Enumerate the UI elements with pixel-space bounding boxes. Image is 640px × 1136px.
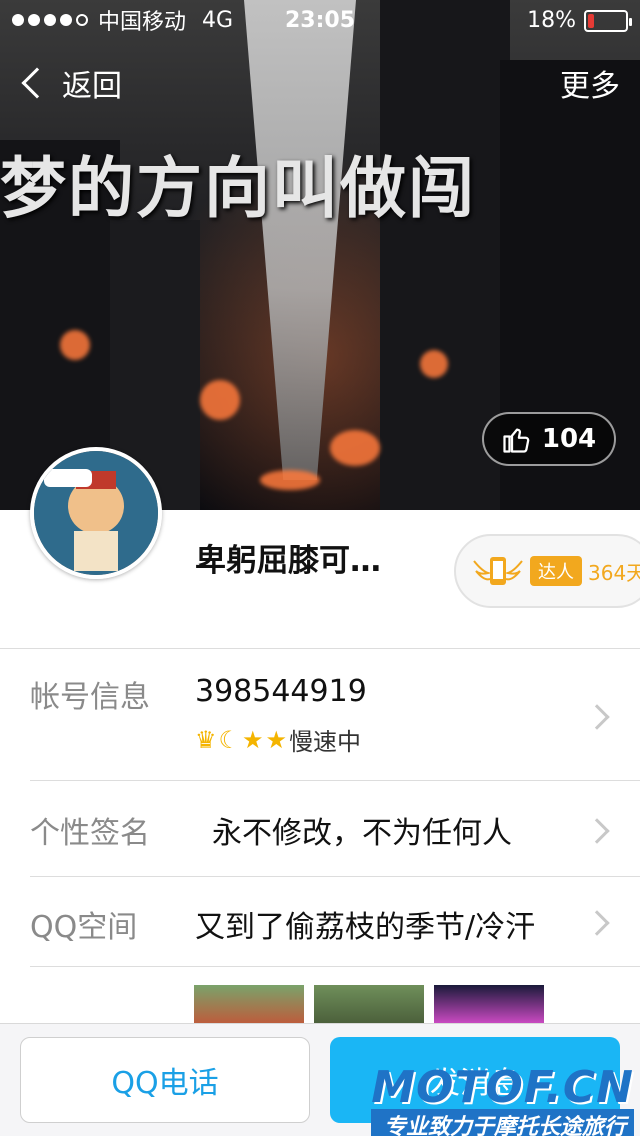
signature-label: 个性签名: [30, 816, 150, 851]
avatar[interactable]: [30, 447, 162, 579]
cover-light: [60, 330, 90, 360]
chevron-right-icon: [584, 704, 610, 730]
signal-strength-icon: [12, 14, 88, 26]
avatar-illustration: [34, 451, 158, 575]
talent-days: 364天: [588, 560, 640, 585]
winged-phone-icon: [473, 557, 523, 585]
like-button[interactable]: 104: [482, 412, 616, 466]
divider: [30, 966, 640, 967]
account-status: 慢速中: [289, 728, 362, 756]
battery-status: 18%: [527, 8, 632, 33]
star-icon: ★: [265, 725, 288, 754]
account-info-row[interactable]: 帐号信息 398544919: [0, 648, 640, 780]
battery-icon: [584, 9, 632, 32]
thumbs-up-icon: [503, 428, 530, 453]
star-icon: ★: [242, 725, 264, 754]
network-type: 4G: [202, 7, 234, 33]
qzone-photo-thumbnail[interactable]: [434, 985, 544, 1025]
qzone-post: 又到了偷荔枝的季节/冷汗: [195, 910, 536, 945]
nickname: 卑躬屈膝可…: [195, 543, 381, 579]
watermark: MOTOF.CN 专业致力于摩托长途旅行: [371, 1062, 634, 1136]
crown-icon: ♛: [195, 725, 217, 754]
watermark-slogan: 专业致力于摩托长途旅行: [371, 1109, 634, 1136]
carrier-label: 中国移动: [98, 10, 187, 35]
status-bar: 中国移动 4G 23:05 18%: [0, 0, 640, 40]
cover-light: [260, 470, 320, 490]
talent-tag: 达人: [530, 556, 582, 586]
signature-row[interactable]: 个性签名 永不修改，不为任何人: [0, 780, 640, 876]
qzone-row[interactable]: QQ空间 又到了偷荔枝的季节/冷汗: [0, 876, 640, 966]
qzone-label: QQ空间: [30, 910, 138, 945]
qzone-photo-thumbnail[interactable]: [314, 985, 424, 1025]
qq-level: ♛ ☾ ★ ★ 慢速中: [195, 722, 361, 757]
moon-icon: ☾: [218, 725, 241, 754]
chevron-left-icon: [21, 67, 53, 99]
qq-call-button[interactable]: QQ电话: [20, 1037, 310, 1123]
more-button[interactable]: 更多: [560, 61, 620, 105]
like-count: 104: [541, 424, 597, 454]
battery-percent: 18%: [527, 8, 576, 33]
qzone-photos: [194, 985, 544, 1025]
chevron-right-icon: [584, 818, 610, 844]
cover-light: [330, 430, 380, 466]
signature-value: 永不修改，不为任何人: [212, 816, 512, 851]
cover-title: 梦的方向叫做闯: [0, 149, 476, 227]
qzone-photo-thumbnail[interactable]: [194, 985, 304, 1025]
cover-light: [200, 380, 240, 420]
navigation-bar: 返回 更多: [0, 55, 640, 111]
cover-light: [420, 350, 448, 378]
watermark-brand: MOTOF.CN: [371, 1062, 634, 1113]
back-label: 返回: [62, 69, 122, 104]
back-button[interactable]: 返回: [18, 61, 122, 105]
talent-badge[interactable]: 达人 364天: [454, 534, 640, 608]
account-info-label: 帐号信息: [30, 680, 150, 715]
battery-fill: [588, 13, 594, 28]
account-number: 398544919: [195, 674, 367, 709]
chevron-right-icon: [584, 910, 610, 936]
status-time: 23:05: [284, 7, 356, 33]
